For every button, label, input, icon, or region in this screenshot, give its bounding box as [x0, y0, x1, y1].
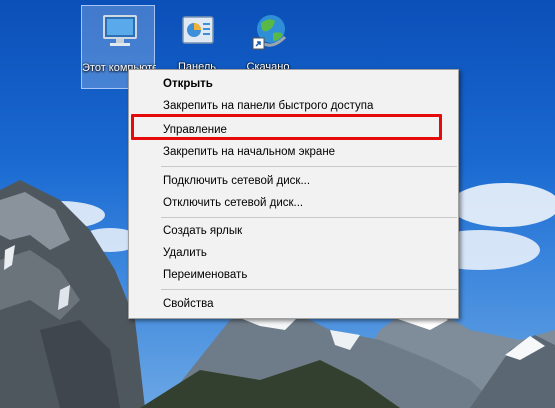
menu-item-rename[interactable]: Переименовать: [129, 264, 458, 286]
menu-item-open[interactable]: Открыть: [129, 73, 458, 95]
menu-item-create-shortcut[interactable]: Создать ярлык: [129, 220, 458, 242]
menu-item-disconnect-network-drive[interactable]: Отключить сетевой диск...: [129, 192, 458, 214]
menu-item-delete[interactable]: Удалить: [129, 242, 458, 264]
menu-separator: [161, 217, 457, 218]
menu-item-pin-start[interactable]: Закрепить на начальном экране: [129, 141, 458, 163]
computer-icon: [103, 15, 137, 46]
menu-separator: [161, 166, 457, 167]
menu-item-map-network-drive[interactable]: Подключить сетевой диск...: [129, 170, 458, 192]
menu-item-properties[interactable]: Свойства: [129, 293, 458, 315]
globe-shortcut-icon: [252, 15, 287, 50]
control-panel-icon: [182, 16, 214, 44]
menu-separator: [161, 289, 457, 290]
desktop: Этот компьютер Панель Скачано Открыть За…: [0, 0, 555, 408]
context-menu: Открыть Закрепить на панели быстрого дос…: [128, 69, 459, 319]
highlight-box: [131, 114, 442, 140]
